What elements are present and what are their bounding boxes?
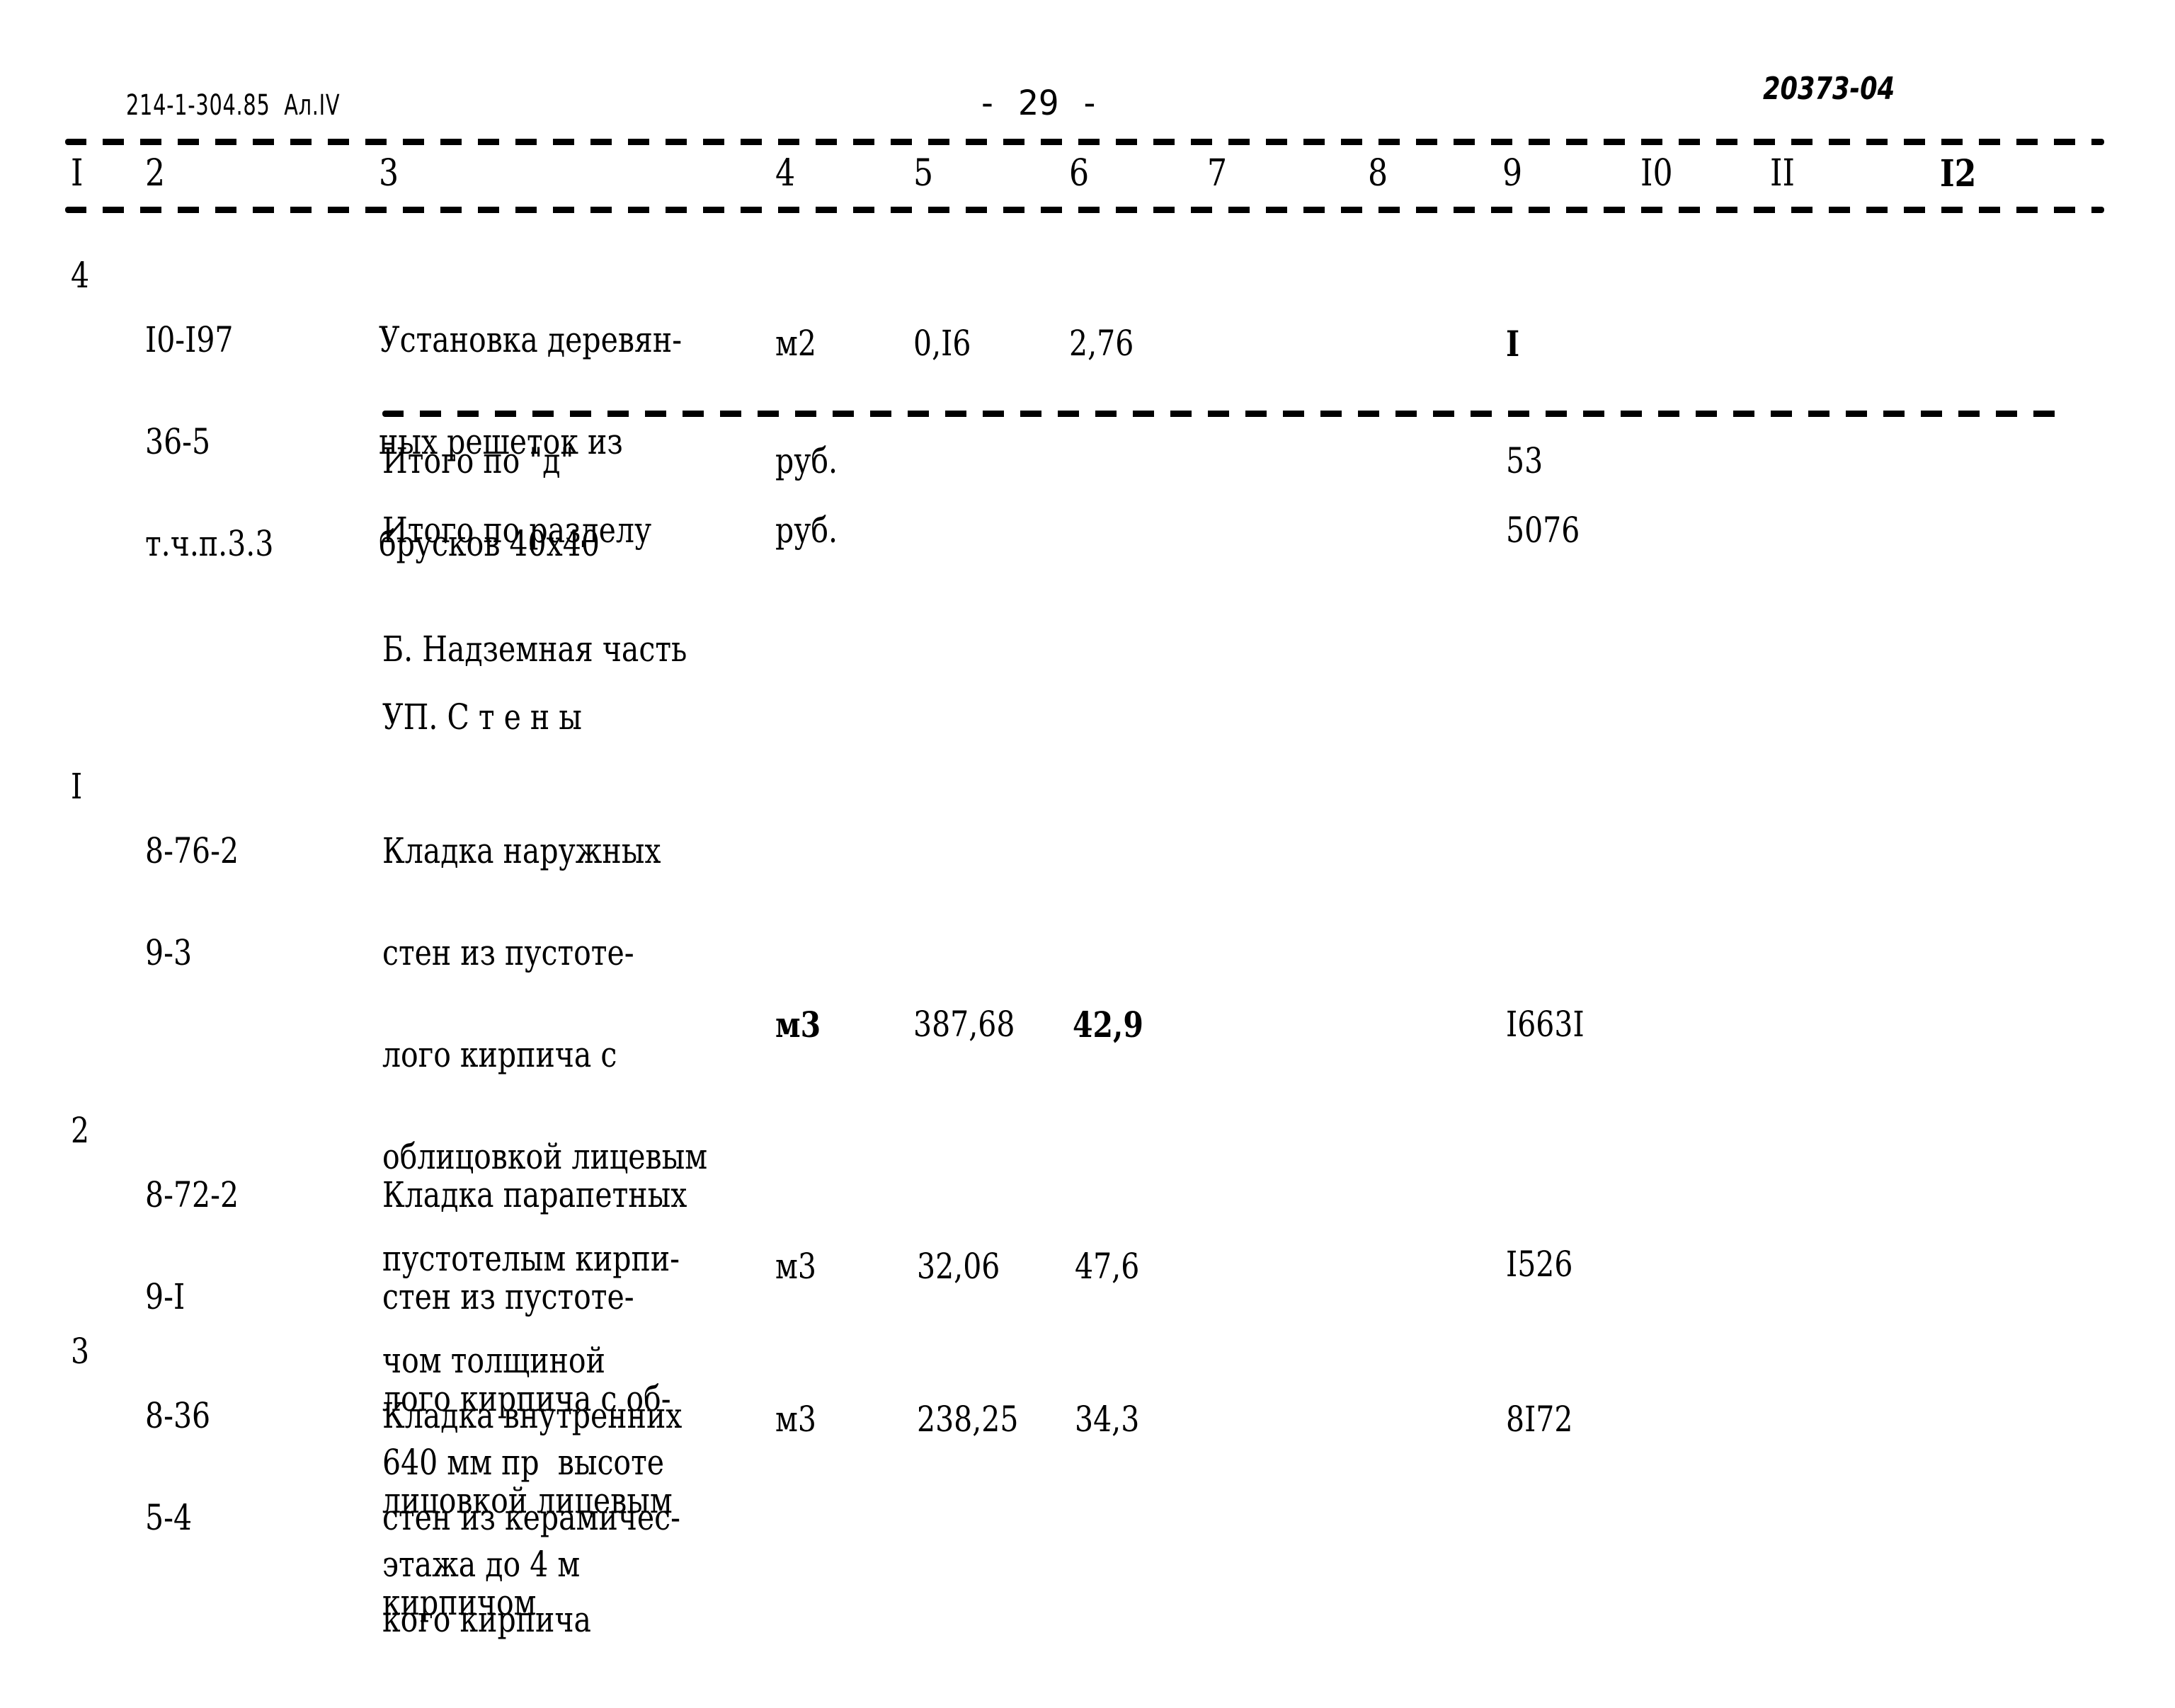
- norm-code-line: 9-3: [145, 932, 193, 973]
- norm-code-line: 8-76-2: [145, 830, 239, 871]
- column-header: 9: [1502, 152, 1523, 195]
- norm-code-line: 8-36: [145, 1395, 211, 1436]
- unit-price: 2,76: [1069, 323, 1134, 364]
- unit: м2: [775, 323, 816, 364]
- row-number: 2: [71, 1110, 90, 1151]
- description-line: стен из керамичес-: [382, 1497, 680, 1538]
- header-bottom-rule: [65, 207, 2104, 213]
- document-code: 214-1-304.85 Ал.IV: [126, 89, 341, 122]
- column-header: II: [1770, 152, 1795, 195]
- column-header: 4: [775, 152, 796, 195]
- norm-code: I0-I97 36-5 т.ч.п.3.3: [145, 255, 273, 629]
- subtotal-rule: [382, 411, 2060, 417]
- column-header: 5: [913, 152, 934, 195]
- description-line: стен из пустоте-: [382, 932, 634, 973]
- column-9-value: 8I72: [1506, 1399, 1573, 1440]
- description-line: Кладка парапетных: [382, 1174, 687, 1215]
- column-header: I: [71, 152, 84, 195]
- total-label: Итого по "д": [382, 440, 574, 481]
- total-unit: руб.: [775, 510, 838, 551]
- work-description: Кладка внутренних стен из керамичес- ког…: [382, 1331, 682, 1704]
- norm-code: 8-36 5-4: [145, 1331, 210, 1603]
- norm-code-line: 8-72-2: [145, 1174, 239, 1215]
- header-top-rule: [65, 139, 2104, 145]
- norm-code: 8-76-2 9-3: [145, 766, 239, 1038]
- unit-price: 47,6: [1075, 1246, 1140, 1287]
- total-value: 5076: [1506, 510, 1580, 551]
- column-header: 7: [1207, 152, 1228, 195]
- total-label: Итого по разделу: [382, 510, 652, 551]
- unit: м3: [775, 1004, 821, 1045]
- unit-price: 42,9: [1073, 1004, 1143, 1045]
- total-unit: руб.: [775, 440, 838, 481]
- subsection-title: УП. С т е н ы: [382, 697, 582, 738]
- description-line: кого кирпича: [382, 1599, 591, 1640]
- column-header: 3: [379, 152, 399, 195]
- quantity: 32,06: [917, 1246, 1000, 1287]
- row-number: 3: [71, 1331, 90, 1372]
- norm-code-line: 9-I: [145, 1276, 185, 1317]
- row-number: I: [71, 766, 83, 807]
- description-line: Кладка наружных: [382, 830, 661, 871]
- page-number: - 29 -: [977, 84, 1100, 123]
- norm-code-line: т.ч.п.3.3: [145, 523, 274, 564]
- norm-code-line: 36-5: [145, 421, 211, 462]
- total-value: 53: [1506, 440, 1543, 481]
- column-9-value: I: [1506, 323, 1520, 365]
- column-header: I0: [1640, 152, 1673, 195]
- unit-price: 34,3: [1075, 1399, 1140, 1440]
- quantity: 387,68: [913, 1004, 1015, 1045]
- unit: м3: [775, 1246, 816, 1287]
- column-header: 8: [1368, 152, 1388, 195]
- description-line: Установка деревян-: [379, 319, 683, 360]
- norm-code-line: I0-I97: [145, 319, 234, 360]
- description-line: Кладка внутренних: [382, 1395, 683, 1436]
- description-line: лого кирпича с: [382, 1034, 617, 1075]
- column-header: 2: [145, 152, 166, 195]
- quantity: 0,I6: [913, 323, 971, 364]
- inventory-number: 20373-04: [1763, 71, 1895, 107]
- norm-code-line: 5-4: [145, 1497, 193, 1538]
- column-9-value: I663I: [1506, 1004, 1585, 1045]
- row-number: 4: [71, 255, 90, 296]
- quantity: 238,25: [917, 1399, 1019, 1440]
- unit: м3: [775, 1399, 816, 1440]
- section-title: Б. Надземная часть: [382, 629, 687, 670]
- column-9-value: I526: [1506, 1244, 1573, 1285]
- column-header: 6: [1069, 152, 1090, 195]
- description-line: стен из пустоте-: [382, 1276, 634, 1317]
- column-header: I2: [1940, 152, 1977, 195]
